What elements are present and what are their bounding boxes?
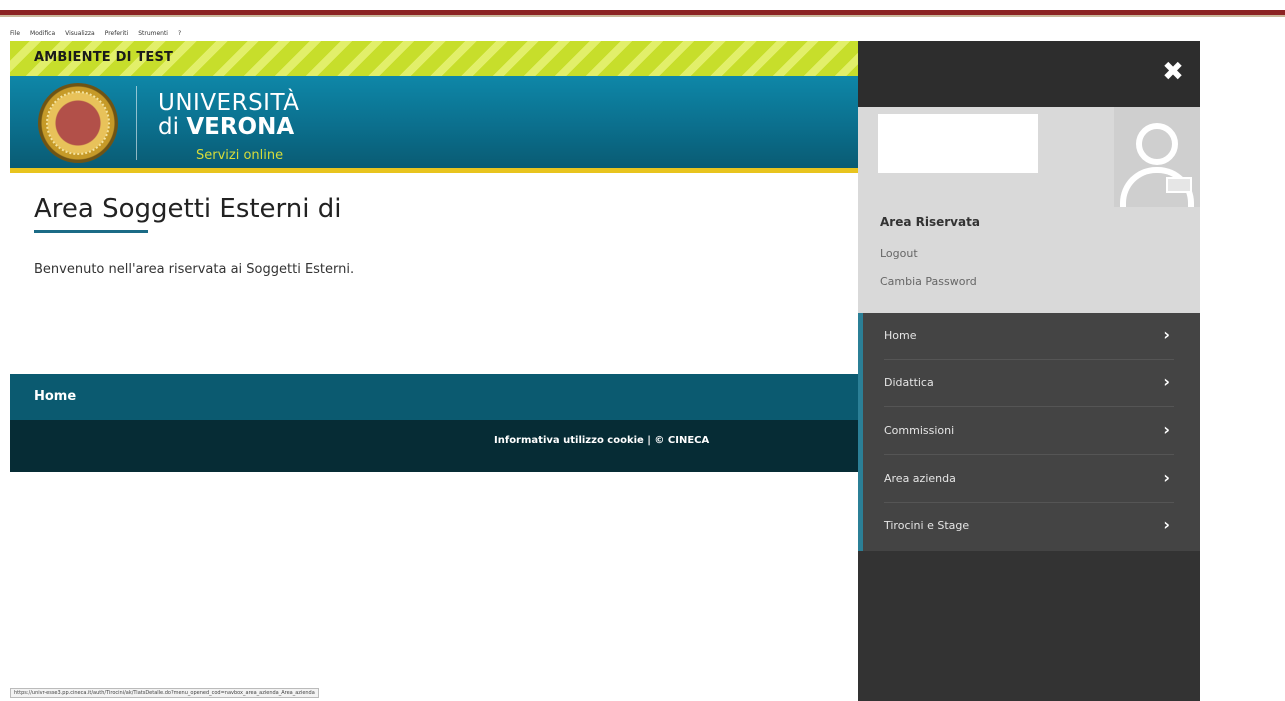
test-environment-banner: AMBIENTE DI TEST: [10, 41, 858, 76]
brand-city: VERONA: [186, 114, 295, 140]
user-panel: Area Riservata Logout Cambia Password: [858, 107, 1200, 313]
university-seal-logo[interactable]: [38, 83, 118, 163]
drawer-menu: Home › Didattica › Commissioni › Area az…: [858, 313, 1200, 551]
menu-item-label: Commissioni: [884, 424, 955, 437]
menu-active-accent: [858, 313, 863, 551]
menu-item-label: Didattica: [884, 376, 934, 389]
screen: File Modifica Visualizza Preferiti Strum…: [0, 0, 1285, 701]
menu-visualizza[interactable]: Visualizza: [65, 30, 95, 37]
breadcrumb-bar: Home: [10, 374, 858, 420]
close-icon[interactable]: ✖: [1160, 59, 1186, 85]
menu-preferiti[interactable]: Preferiti: [105, 30, 129, 37]
change-password-link[interactable]: Cambia Password: [880, 275, 977, 288]
menu-item-tirocini-stage[interactable]: Tirocini e Stage ›: [858, 503, 1200, 550]
brand-prefix: di: [158, 114, 179, 140]
chevron-right-icon: ›: [1163, 372, 1170, 391]
footer-links[interactable]: Informativa utilizzo cookie | © CINECA: [494, 435, 709, 446]
title-underline: [34, 230, 148, 233]
menu-separator: [884, 406, 1174, 407]
drawer-header: ✖: [858, 41, 1200, 107]
menu-item-commissioni[interactable]: Commissioni ›: [858, 408, 1200, 455]
brand-tagline: Servizi online: [196, 148, 284, 163]
menu-item-label: Tirocini e Stage: [884, 519, 970, 532]
chevron-right-icon: ›: [1163, 468, 1170, 487]
status-bar-url: https://univr-esse3.pp.cineca.it/auth/Ti…: [10, 688, 319, 698]
browser-menubar: File Modifica Visualizza Preferiti Strum…: [10, 27, 181, 39]
user-avatar-icon: [1114, 107, 1200, 207]
header-divider: [136, 86, 137, 160]
menu-item-label: Home: [884, 329, 917, 342]
breadcrumb-home-link[interactable]: Home: [34, 389, 76, 404]
user-name-box: [878, 114, 1038, 173]
menu-item-didattica[interactable]: Didattica ›: [858, 360, 1200, 407]
chevron-right-icon: ›: [1163, 515, 1170, 534]
menu-strumenti[interactable]: Strumenti: [138, 30, 168, 37]
area-riservata-title: Area Riservata: [880, 215, 980, 229]
page-title: Area Soggetti Esterni di: [34, 194, 342, 224]
logout-link[interactable]: Logout: [880, 247, 918, 260]
chevron-right-icon: ›: [1163, 325, 1170, 344]
chevron-right-icon: ›: [1163, 420, 1170, 439]
welcome-message: Benvenuto nell'area riservata ai Soggett…: [34, 262, 355, 277]
menu-item-home[interactable]: Home ›: [858, 313, 1200, 360]
menu-separator: [884, 454, 1174, 455]
brand-name-line2: di VERONA: [158, 114, 294, 140]
env-banner-label: AMBIENTE DI TEST: [34, 50, 174, 65]
header-accent-line: [10, 168, 858, 173]
site-header: UNIVERSITÀ di VERONA Servizi online: [10, 76, 858, 168]
menu-modifica[interactable]: Modifica: [30, 30, 55, 37]
menu-item-area-azienda[interactable]: Area azienda ›: [858, 456, 1200, 503]
site-footer: Informativa utilizzo cookie | © CINECA: [10, 420, 858, 472]
menu-help[interactable]: ?: [178, 30, 181, 37]
menu-file[interactable]: File: [10, 30, 20, 37]
side-drawer: ✖ Area Riservata Logout Cambia Password …: [858, 41, 1200, 701]
menu-item-label: Area azienda: [884, 472, 956, 485]
brand-name-line1: UNIVERSITÀ: [158, 90, 300, 116]
top-rule-secondary: [0, 15, 1285, 17]
